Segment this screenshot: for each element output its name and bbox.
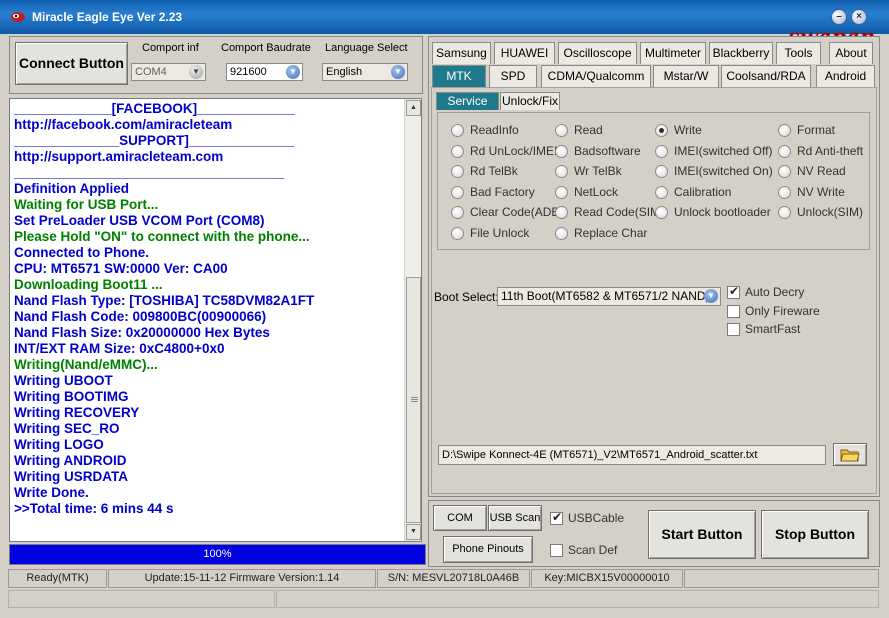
connect-button[interactable]: Connect Button: [15, 42, 128, 85]
log-scrollbar[interactable]: ▲ ▼: [404, 99, 421, 541]
tab-about[interactable]: About: [829, 42, 873, 64]
log-line: Writing ANDROID: [14, 453, 127, 468]
chevron-down-icon: ▼: [391, 65, 405, 79]
comport-select[interactable]: COM4 ▼: [131, 63, 206, 81]
title-bar[interactable]: Miracle Eagle Eye Ver 2.23 – × swapan: [0, 0, 889, 49]
scroll-up-icon[interactable]: ▲: [406, 100, 421, 116]
log-line: Waiting for USB Port...: [14, 197, 159, 212]
window-title: Miracle Eagle Eye Ver 2.23: [32, 10, 183, 24]
com-scan-button[interactable]: COM Scan: [433, 505, 487, 548]
subtab-unlock-fix[interactable]: Unlock/Fix: [500, 92, 560, 110]
log-line: http://facebook.com/amiracleteam: [14, 117, 233, 132]
scatter-path-field[interactable]: D:\Swipe Konnect-4E (MT6571)_V2\MT6571_A…: [438, 445, 826, 465]
eagle-icon: [11, 12, 25, 22]
close-button[interactable]: ×: [851, 9, 867, 25]
tab-coolsand-rda[interactable]: Coolsand/RDA: [721, 65, 811, 87]
tab-blackberry[interactable]: Blackberry: [709, 42, 773, 64]
log-line: >>Total time: 6 mins 44 s: [14, 501, 174, 516]
stop-button[interactable]: Stop Button: [761, 510, 869, 559]
status-update: Update:15-11-12 Firmware Version:1.14: [108, 569, 376, 588]
progress-bar: 100%: [9, 544, 426, 565]
scroll-down-icon[interactable]: ▼: [406, 524, 421, 540]
log-line: INT/EXT RAM Size: 0xC4800+0x0: [14, 341, 225, 356]
log-line: Writing BOOTIMG: [14, 389, 129, 404]
scroll-thumb[interactable]: [406, 277, 421, 523]
status-state: Ready(MTK): [8, 569, 107, 588]
tab-tools[interactable]: Tools: [776, 42, 821, 64]
log-line: Nand Flash Type: [TOSHIBA] TC58DVM82A1FT: [14, 293, 315, 308]
log-line: Writing LOGO: [14, 437, 104, 452]
start-button[interactable]: Start Button: [648, 510, 756, 559]
baudrate-select[interactable]: 921600 ▼: [226, 63, 303, 81]
status2-right: [276, 590, 879, 608]
log-line: Nand Flash Code: 009800BC(00900066): [14, 309, 267, 324]
tab-spd[interactable]: SPD: [489, 65, 537, 87]
log-line: Writing SEC_RO: [14, 421, 120, 436]
log-line: CPU: MT6571 SW:0000 Ver: CA00: [14, 261, 228, 276]
browse-button[interactable]: [833, 443, 867, 466]
chevron-down-icon: ▼: [189, 65, 203, 79]
boot-select[interactable]: 11th Boot(MT6582 & MT6571/2 NAND) ▼: [497, 287, 721, 306]
log-line: Connected to Phone.: [14, 245, 149, 260]
progress-text: 100%: [203, 548, 232, 560]
status-serial: S/N: MESVL20718L0A46B: [377, 569, 530, 588]
boot-select-label: Boot Select:: [434, 290, 499, 304]
tab-cdma-qualcomm[interactable]: CDMA/Qualcomm: [541, 65, 651, 87]
tab-mtk[interactable]: MTK: [432, 65, 486, 87]
log-line: http://support.amiracleteam.com: [14, 149, 224, 164]
log-line: Write Done.: [14, 485, 89, 500]
folder-icon: [840, 449, 860, 462]
tab-huawei[interactable]: HUAWEI: [494, 42, 555, 64]
phone-pinouts-button[interactable]: Phone Pinouts: [443, 536, 533, 563]
log-line: ______________SUPPORT]______________: [14, 133, 294, 148]
language-select[interactable]: English ▼: [322, 63, 408, 81]
tab-multimeter[interactable]: Multimeter: [640, 42, 706, 64]
tab-mstar-w[interactable]: Mstar/W: [653, 65, 719, 87]
language-label: Language Select: [325, 42, 408, 54]
log-line: Writing UBOOT: [14, 373, 113, 388]
log-line: Writing RECOVERY: [14, 405, 140, 420]
log-line: Nand Flash Size: 0x20000000 Hex Bytes: [14, 325, 270, 340]
status2-left: [8, 590, 275, 608]
log-output[interactable]: _____________[FACEBOOK]_____________ http…: [9, 98, 422, 542]
log-line: Set PreLoader USB VCOM Port (COM8): [14, 213, 265, 228]
log-line: Writing(Nand/eMMC)...: [14, 357, 158, 372]
tab-oscilloscope[interactable]: Oscilloscope: [558, 42, 637, 64]
baudrate-label: Comport Baudrate: [221, 42, 311, 54]
log-line: Writing USRDATA: [14, 469, 128, 484]
tab-samsung[interactable]: Samsung: [432, 42, 491, 64]
minimize-button[interactable]: –: [831, 9, 847, 25]
usb-scan-button[interactable]: USB Scan: [488, 505, 542, 531]
status-extra: [684, 569, 879, 588]
log-line: Please Hold "ON" to connect with the pho…: [14, 229, 310, 244]
chevron-down-icon: ▼: [704, 289, 718, 303]
comport-label: Comport inf: [142, 42, 199, 54]
subtab-service[interactable]: Service: [436, 92, 499, 110]
tab-android[interactable]: Android: [816, 65, 875, 87]
log-line: ____________________________________: [14, 165, 285, 180]
chevron-down-icon: ▼: [286, 65, 300, 79]
log-line: Downloading Boot11 ...: [14, 277, 163, 292]
log-line: Definition Applied: [14, 181, 129, 196]
log-line: _____________[FACEBOOK]_____________: [14, 101, 295, 116]
status-key: Key:MICBX15V00000010: [531, 569, 683, 588]
